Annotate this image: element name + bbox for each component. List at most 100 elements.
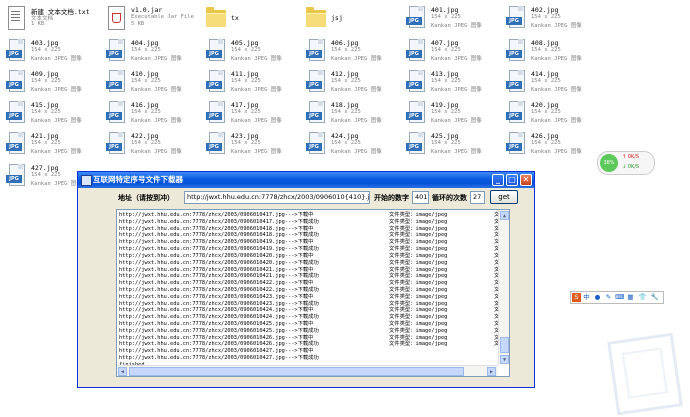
jpg-file-icon: JPG	[106, 132, 126, 156]
folder-tx[interactable]: tx	[200, 3, 300, 33]
file-type: Kankan JPEG 图像	[31, 181, 82, 187]
file-name: 406.jpg	[331, 39, 359, 47]
jpg-file-icon: JPG	[6, 132, 26, 156]
log-lines: http://jwxt.hhu.edu.cn:7778/zhcx/2003/09…	[119, 212, 505, 369]
file-name: 416.jpg	[131, 101, 159, 109]
file-420-jpg[interactable]: JPG 420.jpg 154 x 225 Kankan JPEG 图像	[500, 98, 600, 128]
file-dimensions: 154 x 225	[531, 14, 561, 20]
file-new-text-document[interactable]: 新建 文本文档.txt 文本文档 1 KB	[0, 3, 100, 33]
log-row: http://jwxt.hhu.edu.cn:7778/zhcx/2003/09…	[119, 355, 491, 362]
file-413-jpg[interactable]: JPG 413.jpg 154 x 225 Kankan JPEG 图像	[400, 67, 500, 97]
get-button[interactable]: get	[490, 190, 518, 204]
file-406-jpg[interactable]: JPG 406.jpg 154 x 225 Kankan JPEG 图像	[300, 36, 400, 66]
folder-jsj[interactable]: jsj	[300, 3, 400, 33]
file-name: 420.jpg	[531, 101, 559, 109]
file-418-jpg[interactable]: JPG 418.jpg 154 x 225 Kankan JPEG 图像	[300, 98, 400, 128]
ime-handwrite-icon[interactable]: ✎	[604, 293, 613, 302]
network-speed-widget[interactable]: 38% ↑ 0K/S ↓ 0K/S	[597, 151, 655, 175]
file-v1-jar[interactable]: v1.0.jar Executable Jar File 5 KB	[100, 3, 200, 33]
file-dimensions: 154 x 225	[31, 47, 61, 53]
loop-count-input[interactable]: 27	[470, 191, 485, 204]
scroll-left-icon[interactable]: ◀	[118, 367, 127, 376]
file-403-jpg[interactable]: JPG 403.jpg 154 x 225 Kankan JPEG 图像	[0, 36, 100, 66]
jpg-file-icon: JPG	[506, 101, 526, 125]
file-name: 411.jpg	[231, 70, 259, 78]
file-405-jpg[interactable]: JPG 405.jpg 154 x 225 Kankan JPEG 图像	[200, 36, 300, 66]
file-dimensions: 154 x 225	[431, 140, 461, 146]
jpg-file-icon: JPG	[6, 164, 26, 188]
file-dimensions: 154 x 225	[331, 47, 361, 53]
close-button[interactable]: ✕	[520, 174, 532, 186]
scroll-up-icon[interactable]: ▲	[500, 211, 509, 220]
file-name: 407.jpg	[431, 39, 459, 47]
ime-skin-icon[interactable]: 👕	[638, 293, 647, 302]
log-file-type: 文件类型：image/jpeg	[389, 293, 448, 300]
file-dimensions: 154 x 225	[31, 172, 61, 178]
file-type: Kankan JPEG 图像	[331, 56, 382, 62]
corner-watermark	[607, 332, 683, 416]
maximize-button[interactable]: □	[506, 174, 518, 186]
ime-chinese-mode[interactable]: 中	[582, 293, 591, 302]
file-dimensions: 154 x 225	[331, 140, 361, 146]
jpg-file-icon: JPG	[306, 101, 326, 125]
file-416-jpg[interactable]: JPG 416.jpg 154 x 225 Kankan JPEG 图像	[100, 98, 200, 128]
horizontal-scroll-thumb[interactable]	[129, 367, 464, 376]
file-name: 421.jpg	[31, 132, 59, 140]
file-dimensions: 154 x 225	[31, 78, 61, 84]
log-file-type: 文件类型：image/jpeg	[389, 327, 448, 334]
log-url: http://jwxt.hhu.edu.cn:7778/zhcx/2003/09…	[119, 314, 319, 321]
ime-punctuation-icon[interactable]: ●	[593, 293, 602, 302]
file-dimensions: 154 x 225	[431, 78, 461, 84]
file-421-jpg[interactable]: JPG 421.jpg 154 x 225 Kankan JPEG 图像	[0, 129, 100, 159]
start-number-input[interactable]: 401	[412, 191, 429, 204]
file-423-jpg[interactable]: JPG 423.jpg 154 x 225 Kankan JPEG 图像	[200, 129, 300, 159]
file-419-jpg[interactable]: JPG 419.jpg 154 x 225 Kankan JPEG 图像	[400, 98, 500, 128]
log-output[interactable]: http://jwxt.hhu.edu.cn:7778/zhcx/2003/09…	[116, 209, 510, 377]
jpg-file-icon: JPG	[306, 39, 326, 63]
log-file-type: 文件类型：image/jpeg	[389, 252, 448, 259]
file-412-jpg[interactable]: JPG 412.jpg 154 x 225 Kankan JPEG 图像	[300, 67, 400, 97]
ime-toolbox-icon[interactable]: ▦	[626, 293, 635, 302]
file-dimensions: 154 x 225	[531, 47, 561, 53]
ime-keyboard-icon[interactable]: ⌨	[615, 293, 624, 302]
jpg-file-icon: JPG	[406, 6, 426, 30]
file-dimensions: 154 x 225	[431, 47, 461, 53]
file-425-jpg[interactable]: JPG 425.jpg 154 x 225 Kankan JPEG 图像	[400, 129, 500, 159]
log-row: http://jwxt.hhu.edu.cn:7778/zhcx/2003/09…	[119, 293, 505, 301]
file-408-jpg[interactable]: JPG 408.jpg 154 x 225 Kankan JPEG 图像	[500, 36, 600, 66]
file-402-jpg[interactable]: JPG 402.jpg 154 x 225 Kankan JPEG 图像	[500, 3, 600, 33]
file-name: 427.jpg	[31, 164, 59, 172]
file-411-jpg[interactable]: JPG 411.jpg 154 x 225 Kankan JPEG 图像	[200, 67, 300, 97]
address-label: 地址（请按到冲）	[118, 194, 174, 202]
log-file-type: 文件类型：image/jpeg	[389, 218, 448, 225]
minimize-button[interactable]: _	[492, 174, 504, 186]
file-name: 402.jpg	[531, 6, 559, 14]
ime-settings-icon[interactable]: 🔧	[650, 293, 659, 302]
horizontal-scrollbar[interactable]: ◀ ▶	[117, 365, 498, 376]
file-422-jpg[interactable]: JPG 422.jpg 154 x 225 Kankan JPEG 图像	[100, 129, 200, 159]
vertical-scroll-thumb[interactable]	[500, 337, 509, 353]
file-417-jpg[interactable]: JPG 417.jpg 154 x 225 Kankan JPEG 图像	[200, 98, 300, 128]
file-426-jpg[interactable]: JPG 426.jpg 154 x 225 Kankan JPEG 图像	[500, 129, 600, 159]
file-414-jpg[interactable]: JPG 414.jpg 154 x 225 Kankan JPEG 图像	[500, 67, 600, 97]
file-404-jpg[interactable]: JPG 404.jpg 154 x 225 Kankan JPEG 图像	[100, 36, 200, 66]
file-401-jpg[interactable]: JPG 401.jpg 154 x 225 Kankan JPEG 图像	[400, 3, 500, 33]
scroll-right-icon[interactable]: ▶	[487, 367, 496, 376]
vertical-scrollbar[interactable]: ▲ ▼	[498, 210, 509, 365]
ime-logo-icon[interactable]: S	[572, 293, 581, 302]
file-407-jpg[interactable]: JPG 407.jpg 154 x 225 Kankan JPEG 图像	[400, 36, 500, 66]
file-size: 1 KB	[31, 21, 45, 27]
file-410-jpg[interactable]: JPG 410.jpg 154 x 225 Kankan JPEG 图像	[100, 67, 200, 97]
file-409-jpg[interactable]: JPG 409.jpg 154 x 225 Kankan JPEG 图像	[0, 67, 100, 97]
file-name: 418.jpg	[331, 101, 359, 109]
scroll-down-icon[interactable]: ▼	[500, 355, 509, 364]
address-input[interactable]: http://jwxt.hhu.edu.cn:7778/zhcx/2003/09…	[184, 191, 370, 204]
title-bar[interactable]: 互联网特定序号文件下载器 _ □ ✕	[78, 172, 534, 188]
file-name: v1.0.jar	[131, 6, 163, 14]
file-type: Kankan JPEG 图像	[131, 118, 182, 124]
file-415-jpg[interactable]: JPG 415.jpg 154 x 225 Kankan JPEG 图像	[0, 98, 100, 128]
file-dimensions: 154 x 225	[131, 78, 161, 84]
jpg-file-icon: JPG	[106, 101, 126, 125]
file-dimensions: 154 x 225	[331, 78, 361, 84]
file-424-jpg[interactable]: JPG 424.jpg 154 x 225 Kankan JPEG 图像	[300, 129, 400, 159]
